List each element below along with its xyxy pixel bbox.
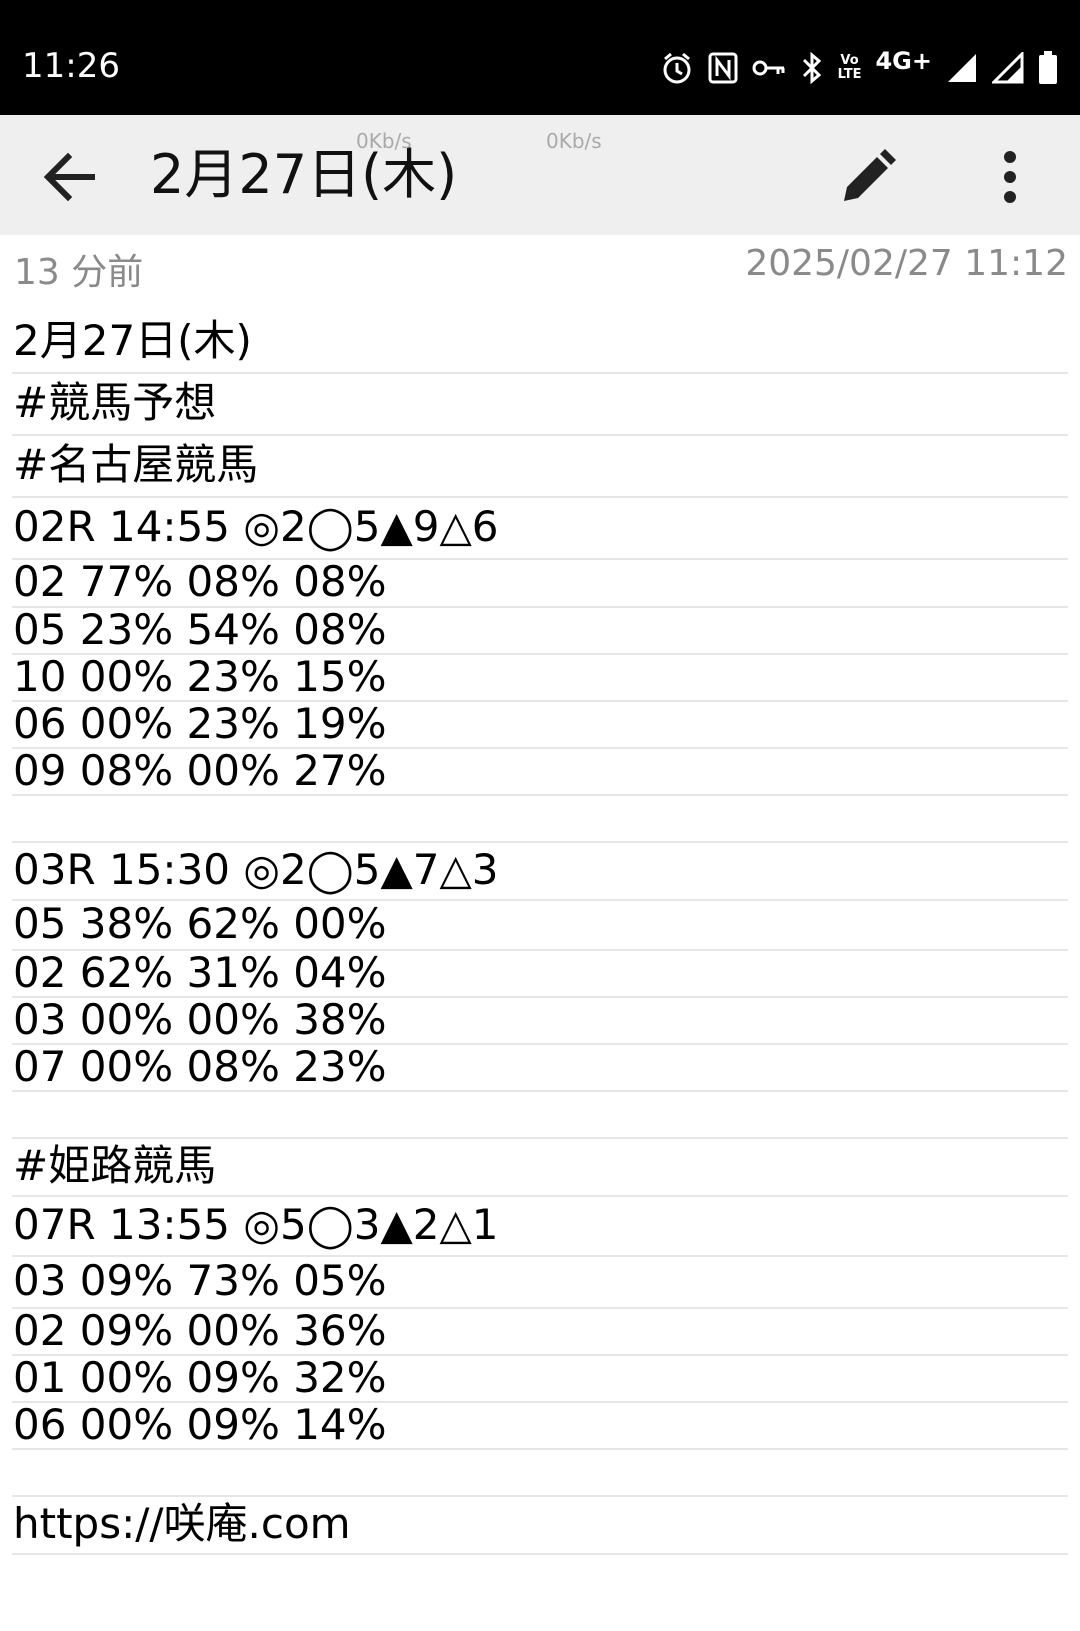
note-line: 07 00% 08% 23%	[12, 1045, 1068, 1092]
status-time: 11:26	[22, 46, 120, 86]
signal-icon	[946, 52, 978, 84]
note-line: 02R 14:55 ◎2◯5▲9△6	[12, 498, 1068, 560]
pencil-icon	[844, 149, 896, 201]
note-line: 03 00% 00% 38%	[12, 998, 1068, 1045]
note-line: 02 77% 08% 08%	[12, 560, 1068, 608]
back-button[interactable]	[36, 147, 104, 207]
note-line: 2月27日(木)	[12, 312, 1068, 374]
note-line: 09 08% 00% 27%	[12, 749, 1068, 796]
note-line: 10 00% 23% 15%	[12, 655, 1068, 702]
vpn-key-icon	[752, 58, 786, 78]
volte-icon: Vo LTE	[838, 54, 862, 82]
volte-label-top: Vo	[840, 53, 859, 68]
note-line: 02 09% 00% 36%	[12, 1309, 1068, 1356]
network-speed-overlay: 0Kb/s	[546, 129, 602, 153]
note-body[interactable]: 2月27日(木) #競馬予想 #名古屋競馬 02R 14:55 ◎2◯5▲9△6 02 …	[12, 312, 1068, 1555]
app-bar: 2月27日(木) 0Kb/s 0Kb/s	[0, 115, 1080, 235]
note-line: https://咲庵.com	[12, 1497, 1068, 1555]
note-line: #競馬予想	[12, 374, 1068, 436]
note-line: 01 00% 09% 32%	[12, 1356, 1068, 1403]
volte-label-bottom: LTE	[837, 67, 862, 82]
note-line: 05 23% 54% 08%	[12, 608, 1068, 655]
note-blank-line	[12, 1450, 1068, 1497]
note-blank-line	[12, 1092, 1068, 1139]
nfc-icon	[708, 52, 738, 84]
note-line: 06 00% 23% 19%	[12, 702, 1068, 749]
note-blank-line	[12, 796, 1068, 843]
battery-icon	[1038, 51, 1058, 85]
note-meta: 13 分前 2025/02/27 11:12	[0, 235, 1080, 295]
note-line: 03R 15:30 ◎2◯5▲7△3	[12, 843, 1068, 901]
note-line: #名古屋競馬	[12, 436, 1068, 498]
note-line: 03 09% 73% 05%	[12, 1257, 1068, 1309]
edit-button[interactable]	[836, 145, 900, 209]
status-icons: Vo LTE 4G+	[660, 46, 1058, 90]
note-line: 02 62% 31% 04%	[12, 951, 1068, 998]
note-line: 06 00% 09% 14%	[12, 1403, 1068, 1450]
bluetooth-icon	[800, 51, 824, 85]
more-options-button[interactable]	[990, 145, 1030, 209]
network-speed-overlay: 0Kb/s	[356, 129, 412, 153]
note-line: 05 38% 62% 00%	[12, 901, 1068, 951]
note-line: 07R 13:55 ◎5◯3▲2△1	[12, 1197, 1068, 1257]
more-vert-icon	[1004, 151, 1016, 203]
status-bar: 11:26 Vo LTE 4G+	[0, 0, 1080, 115]
arrow-back-icon	[43, 152, 95, 202]
relative-time: 13 分前	[14, 252, 144, 293]
timestamp: 2025/02/27 11:12	[745, 243, 1068, 284]
signal-icon	[992, 52, 1024, 84]
network-4g-icon: 4G+	[875, 47, 932, 75]
alarm-icon	[660, 51, 694, 85]
note-line: #姫路競馬	[12, 1139, 1068, 1197]
